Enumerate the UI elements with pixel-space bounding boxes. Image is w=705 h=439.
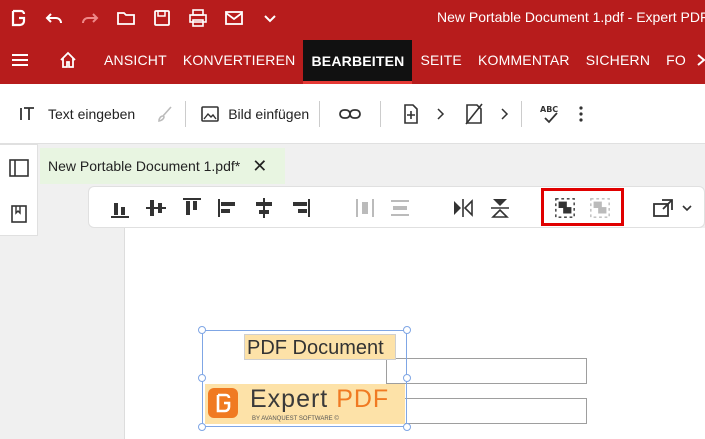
menu-bearbeiten[interactable]: BEARBEITEN bbox=[303, 40, 413, 84]
align-left-icon[interactable] bbox=[217, 197, 239, 219]
email-icon[interactable] bbox=[216, 0, 252, 36]
insert-image-label: Bild einfügen bbox=[228, 105, 310, 122]
align-vertical-center-icon[interactable] bbox=[145, 197, 167, 219]
sidebar-toggle-icon[interactable] bbox=[0, 145, 37, 191]
add-page-button[interactable] bbox=[381, 94, 431, 134]
highlight-box bbox=[541, 188, 624, 226]
resize-handle[interactable] bbox=[198, 326, 206, 334]
resize-handle[interactable] bbox=[403, 423, 411, 431]
selection-frame[interactable] bbox=[202, 330, 407, 427]
align-horizontal-center-icon[interactable] bbox=[253, 197, 275, 219]
resize-handle[interactable] bbox=[403, 374, 411, 382]
resize-handle[interactable] bbox=[198, 374, 206, 382]
text-cursor-icon bbox=[20, 106, 34, 120]
menu-konvertieren[interactable]: KONVERTIEREN bbox=[175, 36, 304, 84]
menu-seite[interactable]: SEITE bbox=[412, 36, 469, 84]
arrange-order-icon[interactable] bbox=[652, 197, 676, 219]
align-right-icon[interactable] bbox=[289, 197, 311, 219]
resize-handle[interactable] bbox=[403, 326, 411, 334]
image-icon bbox=[201, 105, 219, 122]
flip-horizontal-icon[interactable] bbox=[452, 197, 474, 219]
menu-ansicht[interactable]: ANSICHT bbox=[96, 36, 175, 84]
menu-sichern[interactable]: SICHERN bbox=[578, 36, 658, 84]
align-top-icon[interactable] bbox=[181, 197, 203, 219]
menu-fo[interactable]: FO bbox=[658, 36, 694, 84]
form-field[interactable] bbox=[386, 358, 587, 384]
insert-image-button[interactable]: Bild einfügen bbox=[186, 94, 319, 134]
flip-vertical-icon[interactable] bbox=[489, 197, 511, 219]
brush-icon bbox=[158, 105, 172, 122]
spellcheck-icon: ABC bbox=[540, 105, 558, 123]
chevron-down-icon[interactable] bbox=[252, 0, 288, 36]
add-page-icon bbox=[404, 103, 418, 124]
bookmark-icon[interactable] bbox=[0, 191, 37, 237]
save-icon[interactable] bbox=[144, 0, 180, 36]
crop-more-icon[interactable] bbox=[495, 94, 513, 134]
document-tab-label: New Portable Document 1.pdf* bbox=[48, 158, 241, 174]
menu-bar: ANSICHT KONVERTIEREN BEARBEITEN SEITE KO… bbox=[0, 36, 705, 84]
edit-ribbon: Text eingeben Bild einfügen ABC bbox=[0, 84, 705, 144]
spellcheck-button[interactable]: ABC bbox=[522, 94, 572, 134]
arrange-order-dropdown-icon[interactable] bbox=[680, 197, 694, 219]
menu-scroll-right-icon[interactable] bbox=[694, 36, 705, 84]
distribute-horizontal-icon[interactable] bbox=[354, 197, 376, 219]
align-bottom-icon[interactable] bbox=[109, 197, 131, 219]
menu-kommentar[interactable]: KOMMENTAR bbox=[470, 36, 578, 84]
resize-handle[interactable] bbox=[198, 423, 206, 431]
side-panel bbox=[0, 144, 38, 236]
link-icon bbox=[339, 108, 362, 119]
window-title: New Portable Document 1.pdf - Expert PDF bbox=[437, 9, 705, 25]
undo-icon[interactable] bbox=[36, 0, 72, 36]
redo-icon[interactable] bbox=[72, 0, 108, 36]
crop-button[interactable] bbox=[449, 94, 495, 134]
svg-text:ABC: ABC bbox=[540, 105, 558, 114]
text-insert-label: Text eingeben bbox=[48, 105, 136, 122]
distribute-vertical-icon[interactable] bbox=[389, 197, 411, 219]
text-insert-button[interactable]: Text eingeben bbox=[0, 94, 145, 134]
crop-page-icon bbox=[465, 103, 483, 124]
add-page-more-icon[interactable] bbox=[431, 94, 449, 134]
form-field[interactable] bbox=[386, 398, 587, 424]
close-tab-icon[interactable]: ✕ bbox=[252, 156, 267, 177]
hamburger-menu-icon[interactable] bbox=[0, 36, 40, 84]
brush-button[interactable] bbox=[145, 94, 185, 134]
document-tab[interactable]: New Portable Document 1.pdf* ✕ bbox=[40, 148, 285, 184]
open-folder-icon[interactable] bbox=[108, 0, 144, 36]
app-logo-icon[interactable] bbox=[0, 0, 36, 36]
print-icon[interactable] bbox=[180, 0, 216, 36]
more-options-icon[interactable] bbox=[572, 94, 590, 134]
title-bar: New Portable Document 1.pdf - Expert PDF bbox=[0, 0, 705, 36]
link-button[interactable] bbox=[320, 94, 380, 134]
home-icon[interactable] bbox=[40, 36, 96, 84]
